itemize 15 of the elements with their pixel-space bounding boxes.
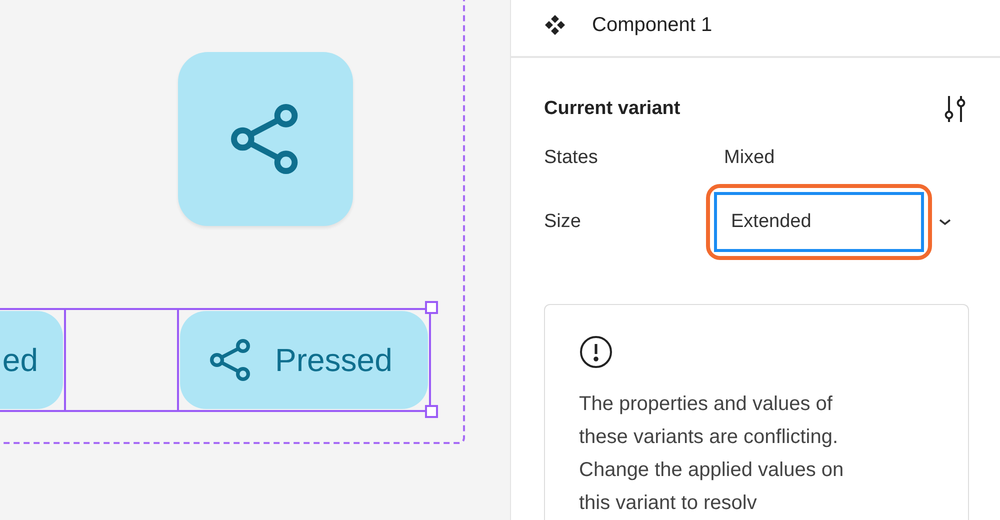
share-button[interactable]: ed: [0, 308, 66, 412]
chevron-down-icon[interactable]: [938, 217, 952, 227]
exclamation-icon: [579, 335, 613, 369]
property-label: Size: [544, 211, 582, 233]
resize-handle[interactable]: [425, 405, 438, 418]
warning-message: The properties and values of these variants are conflicting. Change the applied values on this variant to resolv: [579, 392, 845, 516]
section-title: Current variant: [544, 98, 680, 120]
property-label: States: [544, 147, 599, 169]
property-value: Mixed: [724, 147, 775, 169]
size-field[interactable]: Extended: [714, 192, 924, 252]
resize-handle[interactable]: [425, 301, 438, 314]
component-title: Component 1: [592, 14, 712, 36]
share-button[interactable]: Pressed: [177, 308, 431, 412]
component-icon: [544, 14, 566, 36]
sliders-icon[interactable]: [942, 94, 968, 124]
